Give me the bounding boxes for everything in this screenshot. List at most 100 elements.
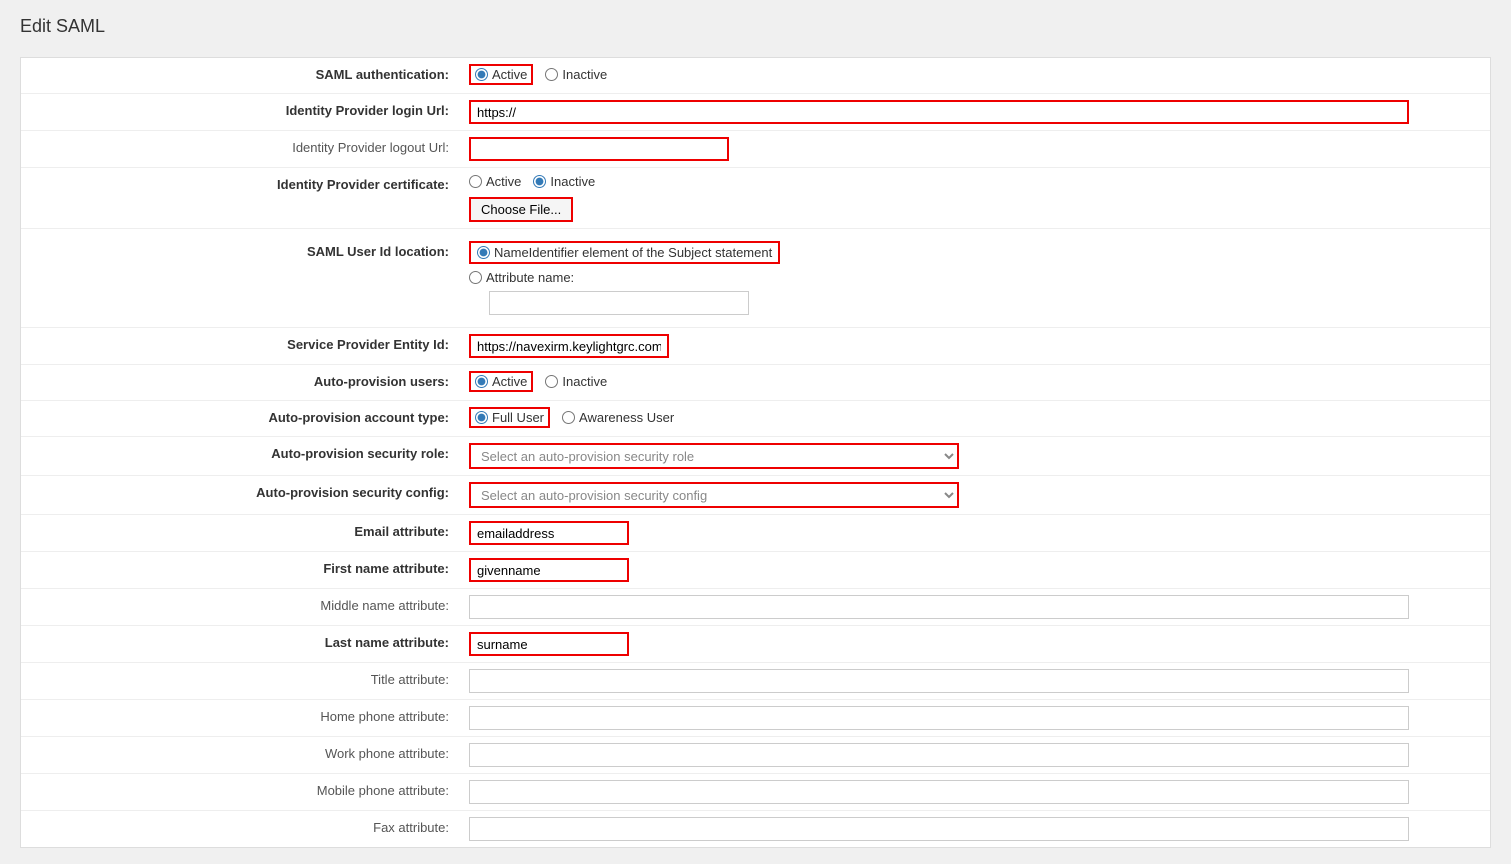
last-name-attribute-input[interactable] — [469, 632, 629, 656]
home-phone-attribute-input[interactable] — [469, 706, 1409, 730]
idp-login-url-control — [461, 94, 1490, 130]
auto-provision-security-role-row: Auto-provision security role: Select an … — [21, 437, 1490, 476]
idp-cert-active-option[interactable]: Active — [469, 174, 521, 189]
idp-cert-active-label: Active — [486, 174, 521, 189]
fax-attribute-row: Fax attribute: — [21, 811, 1490, 847]
choose-file-button[interactable]: Choose File... — [469, 197, 573, 222]
idp-logout-url-label: Identity Provider logout Url: — [21, 131, 461, 165]
last-name-attribute-control — [461, 626, 1490, 662]
idp-cert-inactive-label: Inactive — [550, 174, 595, 189]
auto-provision-security-config-label: Auto-provision security config: — [21, 476, 461, 510]
idp-certificate-radio-group: Active Inactive — [469, 174, 595, 189]
auto-provision-account-type-control: Full User Awareness User — [461, 401, 1490, 434]
awareness-user-option[interactable]: Awareness User — [562, 410, 674, 425]
full-user-radio[interactable] — [475, 411, 488, 424]
email-attribute-row: Email attribute: — [21, 515, 1490, 552]
auto-provision-active-label: Active — [492, 374, 527, 389]
idp-cert-inactive-option[interactable]: Inactive — [533, 174, 595, 189]
idp-cert-active-radio[interactable] — [469, 175, 482, 188]
fax-attribute-control — [461, 811, 1490, 847]
auto-provision-inactive-option[interactable]: Inactive — [545, 374, 607, 389]
mobile-phone-attribute-label: Mobile phone attribute: — [21, 774, 461, 808]
idp-logout-url-row: Identity Provider logout Url: — [21, 131, 1490, 168]
page-container: Edit SAML SAML authentication: Active In… — [0, 0, 1511, 864]
title-attribute-input[interactable] — [469, 669, 1409, 693]
home-phone-attribute-row: Home phone attribute: — [21, 700, 1490, 737]
middle-name-attribute-input[interactable] — [469, 595, 1409, 619]
saml-user-id-section: NameIdentifier element of the Subject st… — [469, 241, 780, 315]
middle-name-attribute-label: Middle name attribute: — [21, 589, 461, 623]
fax-attribute-input[interactable] — [469, 817, 1409, 841]
mobile-phone-attribute-row: Mobile phone attribute: — [21, 774, 1490, 811]
saml-auth-row: SAML authentication: Active Inactive — [21, 58, 1490, 94]
idp-logout-url-control — [461, 131, 1490, 167]
first-name-attribute-label: First name attribute: — [21, 552, 461, 586]
auto-provision-users-radio-group: Active Inactive — [469, 371, 607, 392]
auto-provision-security-config-control: Select an auto-provision security config — [461, 476, 1490, 514]
email-attribute-control — [461, 515, 1490, 551]
saml-user-id-label: SAML User Id location: — [21, 235, 461, 269]
page-title: Edit SAML — [20, 16, 1491, 37]
service-provider-entity-control — [461, 328, 1490, 364]
service-provider-entity-label: Service Provider Entity Id: — [21, 328, 461, 362]
auto-provision-inactive-label: Inactive — [562, 374, 607, 389]
auto-provision-security-role-select[interactable]: Select an auto-provision security role — [469, 443, 959, 469]
auto-provision-active-radio[interactable] — [475, 375, 488, 388]
awareness-user-radio[interactable] — [562, 411, 575, 424]
mobile-phone-attribute-control — [461, 774, 1490, 810]
auto-provision-security-config-select[interactable]: Select an auto-provision security config — [469, 482, 959, 508]
saml-auth-active-option[interactable]: Active — [469, 64, 533, 85]
auto-provision-security-config-row: Auto-provision security config: Select a… — [21, 476, 1490, 515]
saml-user-id-row: SAML User Id location: NameIdentifier el… — [21, 229, 1490, 328]
saml-auth-label: SAML authentication: — [21, 58, 461, 92]
title-attribute-control — [461, 663, 1490, 699]
saml-nameid-radio[interactable] — [477, 246, 490, 259]
auto-provision-inactive-radio[interactable] — [545, 375, 558, 388]
work-phone-attribute-input[interactable] — [469, 743, 1409, 767]
auto-provision-account-type-row: Auto-provision account type: Full User A… — [21, 401, 1490, 437]
saml-nameid-label: NameIdentifier element of the Subject st… — [494, 245, 772, 260]
first-name-attribute-control — [461, 552, 1490, 588]
saml-attribute-option[interactable]: Attribute name: — [469, 270, 780, 285]
auto-provision-account-type-label: Auto-provision account type: — [21, 401, 461, 435]
awareness-user-label: Awareness User — [579, 410, 674, 425]
saml-auth-inactive-option[interactable]: Inactive — [545, 67, 607, 82]
saml-auth-inactive-label: Inactive — [562, 67, 607, 82]
idp-login-url-input[interactable] — [469, 100, 1409, 124]
work-phone-attribute-label: Work phone attribute: — [21, 737, 461, 771]
idp-cert-inactive-radio[interactable] — [533, 175, 546, 188]
auto-provision-active-option[interactable]: Active — [469, 371, 533, 392]
mobile-phone-attribute-input[interactable] — [469, 780, 1409, 804]
middle-name-attribute-control — [461, 589, 1490, 625]
attribute-name-input[interactable] — [489, 291, 749, 315]
first-name-attribute-input[interactable] — [469, 558, 629, 582]
email-attribute-input[interactable] — [469, 521, 629, 545]
service-provider-entity-input[interactable] — [469, 334, 669, 358]
saml-user-id-control: NameIdentifier element of the Subject st… — [461, 235, 1490, 321]
saml-attribute-radio[interactable] — [469, 271, 482, 284]
full-user-option[interactable]: Full User — [469, 407, 550, 428]
home-phone-attribute-control — [461, 700, 1490, 736]
nameid-highlight-wrapper: NameIdentifier element of the Subject st… — [469, 241, 780, 264]
idp-certificate-label: Identity Provider certificate: — [21, 168, 461, 202]
home-phone-attribute-label: Home phone attribute: — [21, 700, 461, 734]
idp-logout-url-input[interactable] — [469, 137, 729, 161]
auto-provision-users-row: Auto-provision users: Active Inactive — [21, 365, 1490, 401]
title-attribute-label: Title attribute: — [21, 663, 461, 697]
attribute-input-wrapper — [489, 291, 780, 315]
auto-provision-account-type-radio-group: Full User Awareness User — [469, 407, 674, 428]
fax-attribute-label: Fax attribute: — [21, 811, 461, 845]
full-user-label: Full User — [492, 410, 544, 425]
saml-auth-inactive-radio[interactable] — [545, 68, 558, 81]
saml-nameid-option[interactable]: NameIdentifier element of the Subject st… — [469, 241, 780, 264]
saml-auth-active-radio[interactable] — [475, 68, 488, 81]
form-container: SAML authentication: Active Inactive Ide… — [20, 57, 1491, 848]
work-phone-attribute-control — [461, 737, 1490, 773]
auto-provision-users-control: Active Inactive — [461, 365, 1490, 398]
email-attribute-label: Email attribute: — [21, 515, 461, 549]
auto-provision-security-role-control: Select an auto-provision security role — [461, 437, 1490, 475]
idp-login-url-label: Identity Provider login Url: — [21, 94, 461, 128]
idp-certificate-control: Active Inactive Choose File... — [461, 168, 1490, 228]
work-phone-attribute-row: Work phone attribute: — [21, 737, 1490, 774]
saml-auth-radio-group: Active Inactive — [469, 64, 607, 85]
